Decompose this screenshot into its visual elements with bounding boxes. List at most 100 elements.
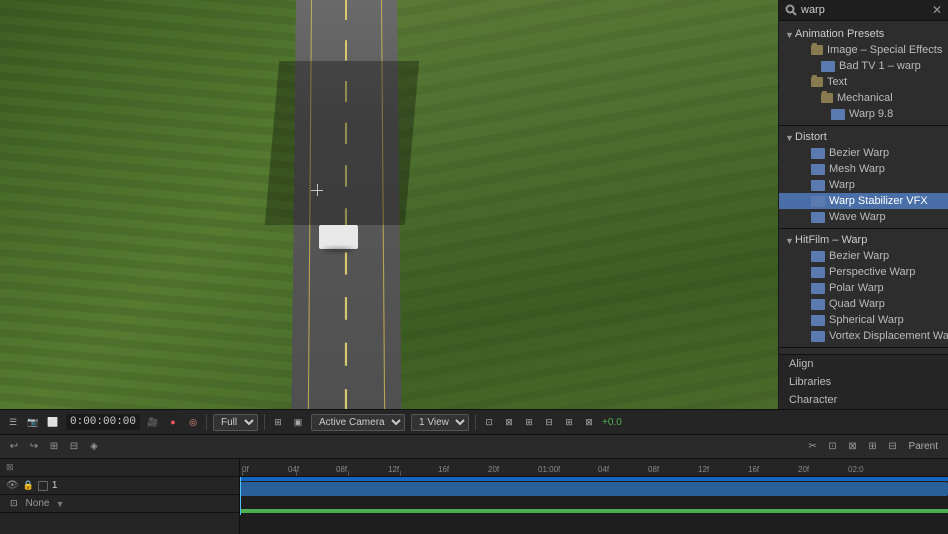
tree-item-hf-quad-warp[interactable]: Quad Warp xyxy=(779,296,948,312)
track-content xyxy=(240,477,948,515)
tree-item-bezier-warp[interactable]: Bezier Warp xyxy=(779,145,948,161)
timeline-tools: ↩ ↪ ⊞ ⊟ ◈ ✂ ⊡ ⊠ ⊞ ⊟ Parent xyxy=(0,435,948,459)
ruler-mark-01: 01:00f xyxy=(538,465,560,474)
folder-icon xyxy=(811,77,823,87)
section-header-distort[interactable]: ▼ Distort xyxy=(779,129,948,145)
tool-arrow[interactable]: ↩ xyxy=(6,439,22,455)
item-label: Spherical Warp xyxy=(829,314,904,326)
item-label: Wave Warp xyxy=(829,211,886,223)
tree-item-bad-tv-warp[interactable]: Bad TV 1 – warp xyxy=(779,58,948,74)
tree-folder-mechanical[interactable]: Mechanical xyxy=(779,90,948,106)
tab-character[interactable]: Character xyxy=(779,391,948,409)
transport-icon-camera2[interactable]: 🎥 xyxy=(146,415,160,429)
tool-razor[interactable]: ⊡ xyxy=(825,439,841,455)
visibility-icon[interactable]: 👁 xyxy=(6,480,19,491)
timeline-content: ⊠ 👁 🔒 1 ⊡ None ▼ 0f xyxy=(0,459,948,534)
transport-icon-box[interactable]: ⬜ xyxy=(46,415,60,429)
ruler-tick xyxy=(242,471,243,476)
search-bar: ✕ xyxy=(779,0,948,21)
item-label: Bad TV 1 – warp xyxy=(839,60,921,72)
section-animation-presets: ▼ Animation Presets Image – Special Effe… xyxy=(779,25,948,123)
transport-icon-snap[interactable]: ⊞ xyxy=(562,415,576,429)
tree-item-wave-warp[interactable]: Wave Warp xyxy=(779,209,948,225)
camera-select[interactable]: Active Camera xyxy=(311,414,405,431)
ruler-mark-12b: 12f xyxy=(698,465,709,474)
expand-arrow: ▼ xyxy=(785,133,793,141)
dropdown-arrow[interactable]: ▼ xyxy=(55,499,64,509)
tree-item-mesh-warp[interactable]: Mesh Warp xyxy=(779,161,948,177)
close-button[interactable]: ✕ xyxy=(932,4,942,16)
resolution-select[interactable]: Full xyxy=(213,414,258,431)
track-name: 1 xyxy=(52,480,58,491)
ruler-mark-0: 0f xyxy=(242,465,249,474)
transport-icon-circle[interactable]: ◎ xyxy=(186,415,200,429)
view-select[interactable]: 1 View xyxy=(411,414,469,431)
effects-tree[interactable]: ▼ Animation Presets Image – Special Effe… xyxy=(779,21,948,354)
section-label: Distort xyxy=(795,131,827,143)
ruler-label: ⊠ xyxy=(0,459,239,477)
lock-icon[interactable]: 🔒 xyxy=(23,480,34,491)
track-bar-main[interactable] xyxy=(240,482,948,496)
tool-rate[interactable]: ⊟ xyxy=(885,439,901,455)
transport-icon-camera[interactable]: 📷 xyxy=(26,415,40,429)
effects-panel: ✕ ▼ Animation Presets Image – Special Ef… xyxy=(778,0,948,409)
folder-label: Mechanical xyxy=(837,92,893,104)
search-input[interactable] xyxy=(801,4,928,16)
transport-icon-list[interactable]: ☰ xyxy=(6,415,20,429)
ruler-mark-08: 08f xyxy=(336,465,347,474)
tool-ripple[interactable]: ⊠ xyxy=(845,439,861,455)
transport-icon-grid[interactable]: ⊞ xyxy=(271,415,285,429)
transport-icon-ruler[interactable]: ⊠ xyxy=(502,415,516,429)
none-select-label: None xyxy=(26,498,50,509)
tool-scissors[interactable]: ✂ xyxy=(805,439,821,455)
timeline-labels: ⊠ 👁 🔒 1 ⊡ None ▼ xyxy=(0,459,240,534)
timeline-tracks[interactable]: 0f 04f 08f 12f 16f 20f 01:00f 04f 08f 12… xyxy=(240,459,948,534)
tree-item-hf-polar-warp[interactable]: Polar Warp xyxy=(779,280,948,296)
tab-libraries[interactable]: Libraries xyxy=(779,373,948,391)
track-label-2: ⊡ None ▼ xyxy=(0,495,239,513)
divider xyxy=(475,414,476,430)
tree-item-warp-stabilizer-vfx[interactable]: Warp Stabilizer VFX xyxy=(779,193,948,209)
tree-item-hf-bezier-warp[interactable]: Bezier Warp xyxy=(779,248,948,264)
ruler-mark-16: 16f xyxy=(438,465,449,474)
section-hitfilm-warp: ▼ HitFilm – Warp Bezier Warp Perspective… xyxy=(779,231,948,345)
transport-icon-red[interactable]: ● xyxy=(166,415,180,429)
item-label: Polar Warp xyxy=(829,282,884,294)
viewport[interactable] xyxy=(0,0,778,409)
timecode-ruler: ⊠ xyxy=(6,462,14,473)
tree-item-hf-spherical-warp[interactable]: Spherical Warp xyxy=(779,312,948,328)
tool-keyframe[interactable]: ◈ xyxy=(86,439,102,455)
transport-icon-fit[interactable]: ⊡ xyxy=(482,415,496,429)
tree-item-hf-vortex-warp[interactable]: Vortex Displacement Warp xyxy=(779,328,948,344)
tool-slip[interactable]: ⊟ xyxy=(66,439,82,455)
tree-folder-text[interactable]: Text xyxy=(779,74,948,90)
tool-rolling[interactable]: ⊞ xyxy=(865,439,881,455)
tool-select[interactable]: ↪ xyxy=(26,439,42,455)
tree-item-warp[interactable]: Warp xyxy=(779,177,948,193)
effect-icon xyxy=(811,164,825,175)
aerial-background xyxy=(0,0,778,409)
transport-icon-expand[interactable]: ⊞ xyxy=(522,415,536,429)
track-checkbox[interactable] xyxy=(38,481,48,491)
transport-icon-layers[interactable]: ⊟ xyxy=(542,415,556,429)
tree-folder-image-special[interactable]: Image – Special Effects xyxy=(779,42,948,58)
transport-icon-motion[interactable]: ⊠ xyxy=(582,415,596,429)
transport-icon-box2[interactable]: ▣ xyxy=(291,415,305,429)
none-label: ⊡ xyxy=(10,498,18,509)
tree-item-hf-perspective-warp[interactable]: Perspective Warp xyxy=(779,264,948,280)
timecode-display: 0:00:00:00 xyxy=(66,414,140,430)
offset-display: +0.0 xyxy=(602,417,622,428)
parent-label: Parent xyxy=(909,441,938,452)
render-bar xyxy=(240,509,948,513)
tab-align[interactable]: Align xyxy=(779,355,948,373)
divider xyxy=(779,125,948,126)
divider xyxy=(264,414,265,430)
tree-item-warp-98[interactable]: Warp 9.8 xyxy=(779,106,948,122)
playhead xyxy=(240,477,241,515)
section-header-hitfilm[interactable]: ▼ HitFilm – Warp xyxy=(779,232,948,248)
ruler-tick xyxy=(400,471,401,476)
tool-trim[interactable]: ⊞ xyxy=(46,439,62,455)
work-area-bar xyxy=(240,477,948,481)
section-header-animation-presets[interactable]: ▼ Animation Presets xyxy=(779,26,948,42)
bottom-tabs-container: Align Libraries Character xyxy=(779,354,948,409)
